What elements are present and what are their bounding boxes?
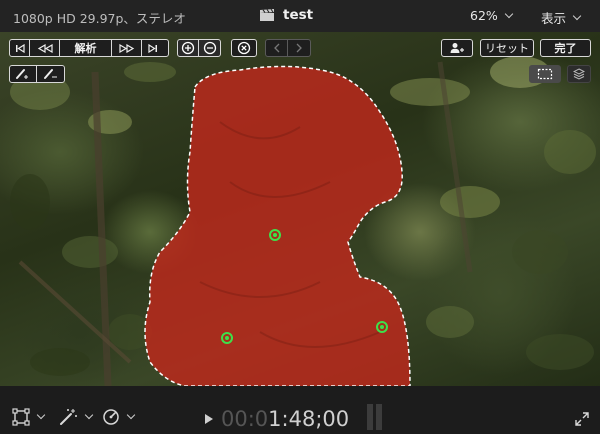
- skip-end-icon: [148, 43, 157, 53]
- brush-plus-icon: [16, 69, 28, 79]
- brush-subtract-button[interactable]: [37, 66, 64, 82]
- magic-wand-icon: [60, 409, 77, 425]
- clapperboard-icon: [260, 8, 274, 21]
- view-menu[interactable]: 表示: [541, 8, 582, 27]
- project-title-area: test: [259, 7, 313, 23]
- chevron-left-icon: [273, 43, 279, 53]
- timecode-display[interactable]: 00:0 1:48;00: [205, 407, 349, 431]
- go-to-end-button[interactable]: [142, 40, 164, 56]
- fullscreen-button[interactable]: [575, 411, 589, 430]
- add-mode-button[interactable]: [178, 40, 200, 56]
- transform-icon: [12, 408, 30, 426]
- close-circle-icon: [237, 41, 251, 55]
- add-subtract-group: [177, 39, 221, 57]
- selection-overlay-toggle[interactable]: [529, 65, 561, 83]
- format-label: 1080p HD 29.97p、ステレオ: [13, 11, 186, 26]
- step-forward-button[interactable]: [112, 40, 142, 56]
- forest-background: [10, 56, 596, 386]
- go-to-start-button[interactable]: [10, 40, 30, 56]
- top-bar: 1080p HD 29.97p、ステレオ test 62% 表示: [0, 0, 600, 32]
- layers-icon: [573, 68, 585, 80]
- video-viewer[interactable]: [0, 32, 600, 386]
- audio-meter-right: [376, 404, 382, 430]
- zoom-value: 62%: [470, 8, 498, 23]
- reset-button[interactable]: リセット: [480, 39, 534, 57]
- step-back-button[interactable]: [30, 40, 60, 56]
- timecode-value: 1:48;00: [268, 407, 350, 431]
- skip-start-icon: [15, 43, 25, 53]
- playback-controls: 解析: [9, 39, 169, 57]
- layers-button[interactable]: [567, 65, 591, 83]
- add-person-icon: [450, 43, 464, 53]
- minus-circle-icon: [203, 41, 216, 55]
- chevron-down-icon: [572, 11, 582, 20]
- brush-add-button[interactable]: [10, 66, 38, 82]
- speed-gauge-icon: [103, 409, 119, 425]
- play-icon[interactable]: [205, 414, 213, 424]
- audio-meters: [367, 404, 382, 430]
- audio-meter-left: [367, 404, 373, 430]
- expand-icon: [575, 412, 589, 426]
- magic-wand-menu[interactable]: [58, 408, 94, 426]
- zoom-menu[interactable]: 62%: [470, 8, 514, 23]
- project-title: test: [283, 7, 314, 23]
- chevron-down-icon: [126, 410, 136, 420]
- next-button[interactable]: [288, 40, 310, 56]
- chevron-down-icon: [84, 410, 94, 420]
- view-menu-label: 表示: [541, 11, 567, 26]
- subtract-mode-button[interactable]: [199, 40, 220, 56]
- timecode-dim: 00:0: [221, 407, 269, 431]
- prev-next-group: [265, 39, 311, 57]
- clear-button[interactable]: [231, 39, 257, 57]
- speed-menu[interactable]: [102, 408, 136, 426]
- fast-forward-icon: [118, 43, 134, 53]
- chevron-right-icon: [296, 43, 302, 53]
- rewind-icon: [37, 43, 53, 53]
- add-person-button[interactable]: [441, 39, 473, 57]
- dashed-rect-icon: [537, 68, 553, 80]
- done-button[interactable]: 完了: [540, 39, 591, 57]
- transform-menu[interactable]: [12, 408, 46, 426]
- chevron-down-icon: [504, 9, 514, 18]
- brush-minus-icon: [43, 69, 57, 79]
- analyze-button[interactable]: 解析: [60, 40, 112, 56]
- previous-button[interactable]: [266, 40, 289, 56]
- chevron-down-icon: [36, 410, 46, 420]
- selection-mask[interactable]: [144, 65, 411, 386]
- brush-group: [9, 65, 65, 83]
- plus-circle-icon: [181, 41, 195, 55]
